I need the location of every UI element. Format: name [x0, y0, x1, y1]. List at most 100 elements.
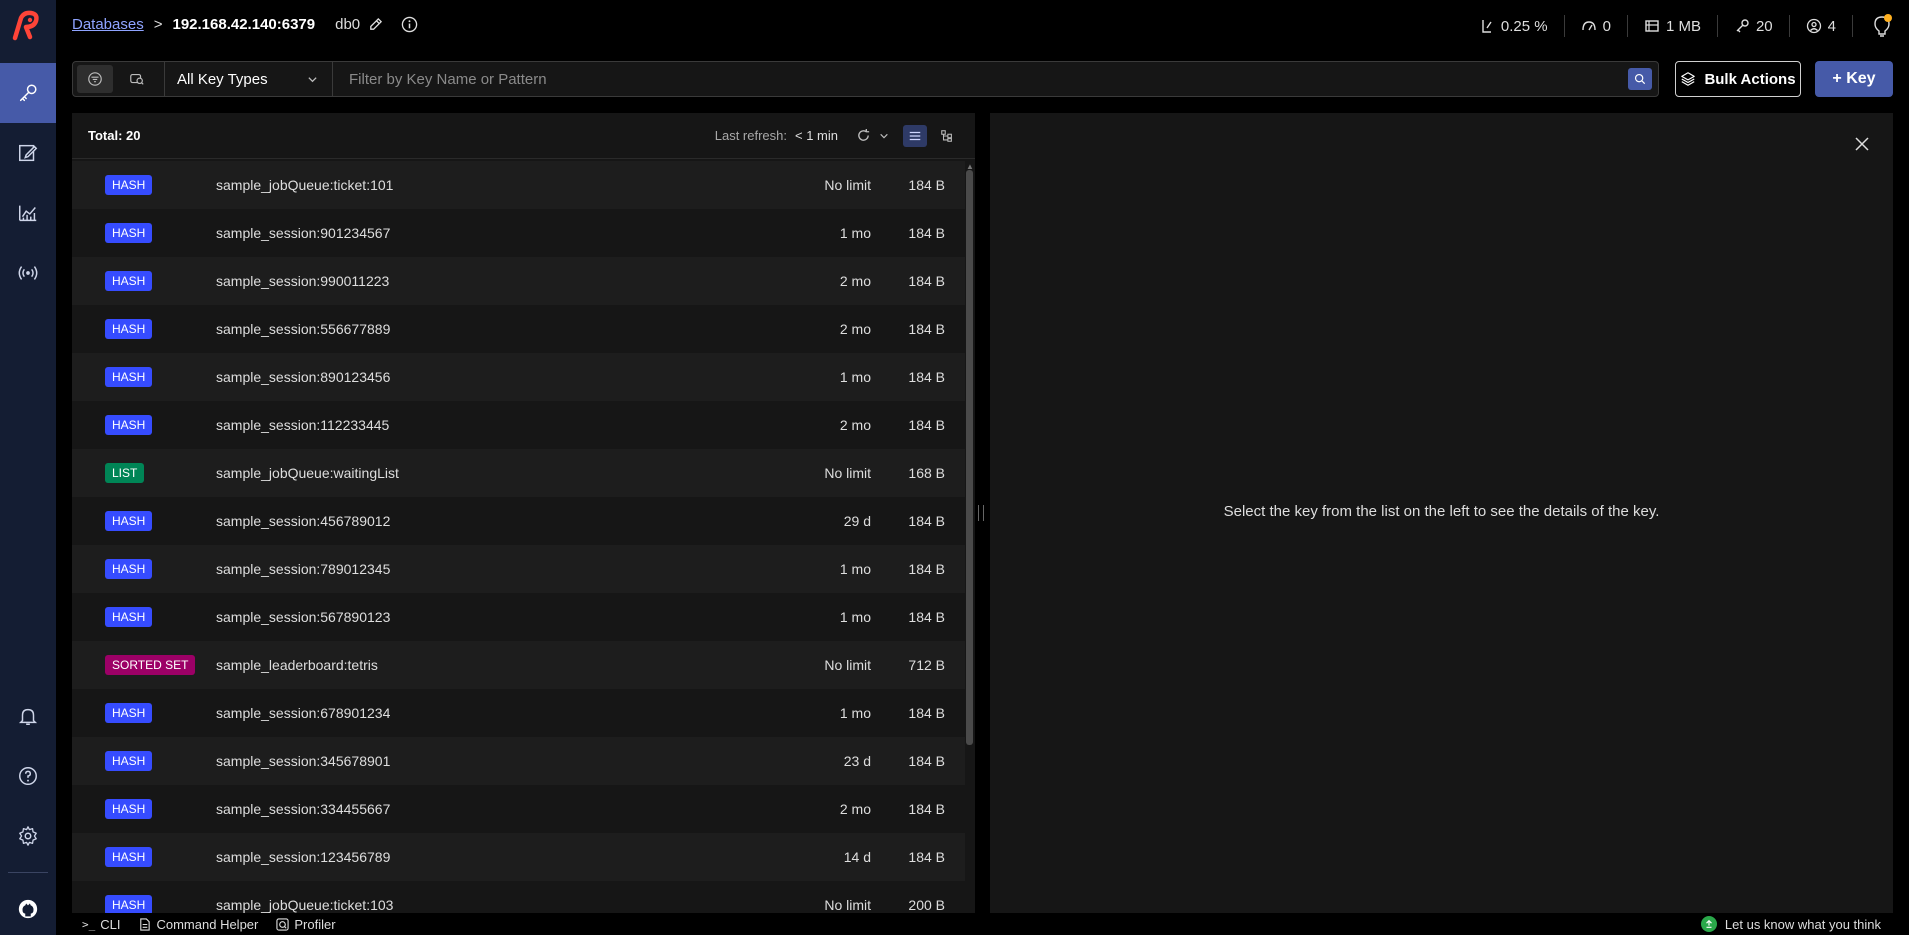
key-size: 184 B	[908, 273, 945, 289]
bulk-actions-button[interactable]: Bulk Actions	[1675, 61, 1801, 97]
redis-logo[interactable]	[8, 8, 44, 44]
key-row[interactable]: LIST sample_jobQueue:waitingList No limit 1…	[72, 449, 965, 497]
key-type-badge: HASH	[105, 319, 153, 339]
speedometer-icon	[1581, 21, 1596, 31]
cli-button[interactable]: >_ CLI	[56, 917, 130, 932]
sidebar-item-settings[interactable]	[0, 806, 56, 866]
chevron-down-icon	[308, 76, 317, 82]
layers-icon	[1681, 72, 1696, 86]
users-icon	[1806, 18, 1821, 34]
sidebar-item-browser[interactable]	[0, 63, 56, 123]
bottom-bar: >_ CLI Command Helper Profiler Let us kn…	[56, 913, 1909, 935]
sidebar-item-help[interactable]	[0, 746, 56, 806]
key-row[interactable]: HASH sample_session:890123456 1 mo 184 B	[72, 353, 965, 401]
info-icon[interactable]	[401, 16, 418, 33]
databases-link[interactable]: Databases	[72, 16, 144, 33]
ops-value: 0	[1602, 17, 1611, 35]
key-row[interactable]: HASH sample_session:112233445 2 mo 184 B	[72, 401, 965, 449]
key-type-cell: HASH	[72, 223, 216, 243]
total-keys: Total: 20	[88, 128, 141, 143]
key-row[interactable]: HASH sample_jobQueue:ticket:101 No limit 18…	[72, 161, 965, 209]
search-input[interactable]	[333, 62, 1658, 96]
details-placeholder-message: Select the key from the list on the left…	[1223, 503, 1660, 520]
insights-button[interactable]	[1871, 14, 1893, 38]
panel-resize-handle[interactable]	[978, 505, 984, 521]
key-row[interactable]: HASH sample_session:345678901 23 d 184 B	[72, 737, 965, 785]
tree-view-icon	[941, 129, 952, 142]
key-filter-bar: All Key Types	[72, 61, 1659, 97]
key-type-badge: HASH	[105, 511, 153, 531]
key-type-badge: HASH	[105, 175, 153, 195]
vector-search-button[interactable]	[119, 65, 155, 93]
list-view-button[interactable]	[903, 124, 927, 147]
key-type-badge: LIST	[105, 463, 145, 483]
terminal-icon: >_	[82, 917, 96, 931]
breadcrumb-separator: >	[153, 16, 163, 33]
sidebar-item-workbench[interactable]	[0, 123, 56, 183]
key-type-select-value: All Key Types	[177, 70, 268, 88]
edit-icon	[19, 144, 38, 162]
refresh-icon[interactable]	[856, 128, 871, 143]
key-row[interactable]: HASH sample_session:789012345 1 mo 184 B	[72, 545, 965, 593]
close-details-button[interactable]	[1853, 135, 1871, 153]
key-size: 184 B	[908, 705, 945, 721]
feedback-icon	[1700, 916, 1717, 932]
add-key-button[interactable]: + Key	[1815, 61, 1893, 97]
key-row[interactable]: HASH sample_session:334455667 2 mo 184 B	[72, 785, 965, 833]
key-list-scrollbar[interactable]	[966, 170, 973, 745]
sidebar-divider	[8, 872, 48, 873]
key-row[interactable]: HASH sample_session:456789012 29 d 184 B	[72, 497, 965, 545]
key-type-badge: HASH	[105, 415, 153, 435]
pattern-search-button[interactable]	[77, 65, 113, 93]
database-index: db0	[335, 16, 361, 33]
key-type-select[interactable]: All Key Types	[165, 62, 333, 96]
key-name: sample_jobQueue:ticket:103	[216, 897, 394, 913]
key-type-cell: HASH	[72, 799, 216, 819]
key-row[interactable]: HASH sample_session:678901234 1 mo 184 B	[72, 689, 965, 737]
key-row[interactable]: HASH sample_session:123456789 14 d 184 B	[72, 833, 965, 881]
key-type-cell: HASH	[72, 271, 216, 291]
sidebar-item-analytics[interactable]	[0, 183, 56, 243]
key-name: sample_session:990011223	[216, 273, 390, 289]
command-helper-label: Command Helper	[156, 916, 259, 932]
key-row[interactable]: HASH sample_session:901234567 1 mo 184 B	[72, 209, 965, 257]
key-row[interactable]: SORTED SET sample_leaderboard:tetris No li…	[72, 641, 965, 689]
github-icon	[18, 899, 38, 919]
key-type-badge: HASH	[105, 271, 153, 291]
feedback-link[interactable]: Let us know what you think	[1700, 916, 1881, 932]
key-ttl: 29 d	[843, 513, 871, 529]
key-name: sample_session:123456789	[216, 849, 391, 865]
key-name: sample_session:567890123	[216, 609, 391, 625]
cpu-value: 0.25 %	[1500, 17, 1548, 35]
edit-db-icon[interactable]	[368, 17, 383, 32]
key-size: 184 B	[908, 417, 945, 433]
key-size: 184 B	[908, 849, 945, 865]
command-helper-button[interactable]: Command Helper	[130, 917, 268, 932]
tree-view-button[interactable]	[935, 125, 959, 147]
auto-refresh-chevron-icon[interactable]	[879, 131, 889, 141]
search-button[interactable]	[1628, 68, 1652, 90]
key-type-cell: HASH	[72, 559, 216, 579]
key-name: sample_session:890123456	[216, 369, 391, 385]
key-ttl: 1 mo	[839, 369, 871, 385]
key-size: 184 B	[908, 321, 945, 337]
key-row[interactable]: HASH sample_jobQueue:ticket:103 No limit 20…	[72, 881, 965, 913]
key-row[interactable]: HASH sample_session:990011223 2 mo 184 B	[72, 257, 965, 305]
list-view-icon	[909, 131, 921, 140]
key-type-badge: HASH	[105, 559, 153, 579]
sidebar-item-pubsub[interactable]	[0, 243, 56, 303]
key-ttl: 2 mo	[839, 273, 871, 289]
key-row[interactable]: HASH sample_session:556677889 2 mo 184 B	[72, 305, 965, 353]
key-icon	[19, 84, 37, 102]
sidebar-item-notifications[interactable]	[0, 686, 56, 746]
help-icon	[19, 767, 37, 785]
clients-value: 4	[1827, 17, 1836, 35]
key-list-header: Total: 20 Last refresh: < 1 min	[72, 113, 975, 159]
key-type-badge: HASH	[105, 367, 153, 387]
sidebar-item-github[interactable]	[0, 879, 56, 935]
profiler-button[interactable]: Profiler	[268, 917, 345, 932]
key-name: sample_session:345678901	[216, 753, 391, 769]
key-row[interactable]: HASH sample_session:567890123 1 mo 184 B	[72, 593, 965, 641]
key-name: sample_session:789012345	[216, 561, 391, 577]
key-type-cell: HASH	[72, 175, 216, 195]
